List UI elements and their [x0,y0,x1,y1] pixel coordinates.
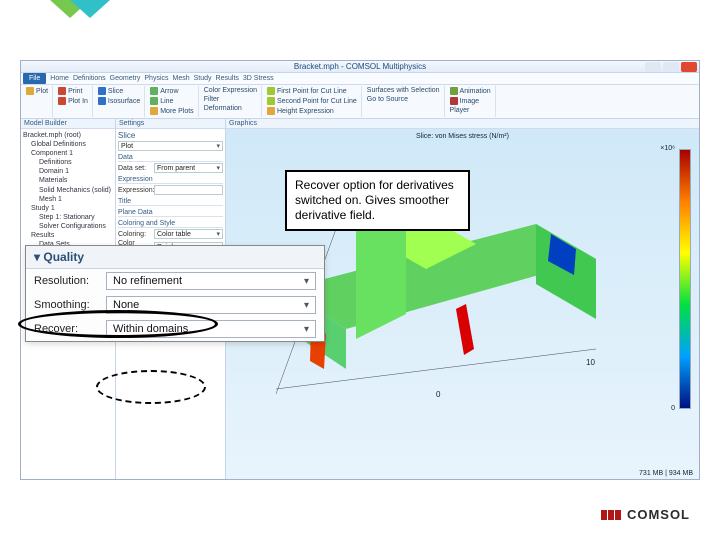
svg-text:0: 0 [436,390,441,399]
menu-physics[interactable]: Physics [144,75,168,82]
ribbon-arrow[interactable]: Arrow [149,87,179,95]
ribbon-cutline2[interactable]: Second Point for Cut Line [266,97,358,105]
ov-resolution-select[interactable]: No refinement [106,272,316,290]
menu-definitions[interactable]: Definitions [73,75,106,82]
ribbon-slice[interactable]: Slice [97,87,124,95]
ov-recover-select[interactable]: Within domains [106,320,316,338]
callout-recover-option: Recover option for derivatives switched … [285,170,470,231]
ribbon-plotin[interactable]: Plot In [57,97,89,105]
colorbar-bot-label: 0 [671,405,675,412]
minimize-button[interactable] [645,62,661,72]
dataset-select[interactable]: From parent [154,163,223,173]
menubar: File Home Definitions Geometry Physics M… [21,73,699,85]
ribbon: Plot Print Plot In Slice Isosurface Arro… [21,85,699,119]
ribbon-gosource[interactable]: Go to Source [366,96,409,103]
ribbon-print[interactable]: Print [57,87,83,95]
expression-input[interactable] [154,185,223,195]
graphics-title: Graphics [226,119,699,129]
brand-text: COMSOL [627,507,690,522]
colorbar-top-label: ×10⁶ [660,145,675,152]
status-memory: 731 MB | 934 MB [639,470,693,477]
quality-overlay: Quality Resolution: No refinement Smoothi… [25,245,325,342]
quality-overlay-title: Quality [26,246,324,269]
ov-recover-label: Recover: [34,323,100,335]
settings-title: Settings [116,119,225,129]
close-button[interactable] [681,62,697,72]
ribbon-plot[interactable]: Plot [25,87,49,95]
plot-title: Slice: von Mises stress (N/m²) [416,133,509,140]
ribbon-player[interactable]: Player [449,107,471,114]
ribbon-colorexpr[interactable]: Color Expression [203,87,258,94]
tab-3d-stress[interactable]: 3D Stress [243,75,274,82]
ribbon-filter[interactable]: Filter [203,96,221,103]
ribbon-heightexpr[interactable]: Height Expression [266,107,335,115]
ov-smoothing-label: Smoothing: [34,299,100,311]
footer-logo: COMSOL [601,507,690,522]
model-builder-title: Model Builder [21,119,115,129]
slide-decoration [50,0,130,30]
tree-root: Bracket.mph (root) [23,131,113,140]
menu-geometry[interactable]: Geometry [110,75,141,82]
menu-study[interactable]: Study [194,75,212,82]
ov-smoothing-select[interactable]: None [106,296,316,314]
titlebar: Bracket.mph - COMSOL Multiphysics [21,61,699,73]
menu-results[interactable]: Results [216,75,239,82]
ribbon-isosurface[interactable]: Isosurface [97,97,141,105]
ribbon-animation[interactable]: Animation [449,87,492,95]
ribbon-image[interactable]: Image [449,97,480,105]
maximize-button[interactable] [663,62,679,72]
window-title: Bracket.mph - COMSOL Multiphysics [294,62,426,71]
ov-resolution-label: Resolution: [34,275,100,287]
ribbon-cutline1[interactable]: First Point for Cut Line [266,87,348,95]
ribbon-line[interactable]: Line [149,97,174,105]
ribbon-selsurf[interactable]: Surfaces with Selection [366,87,441,94]
svg-text:10: 10 [586,358,595,367]
menu-file[interactable]: File [23,73,46,84]
ribbon-deformation[interactable]: Deformation [203,105,243,112]
ribbon-moreplots[interactable]: More Plots [149,107,194,115]
menu-home[interactable]: Home [50,75,69,82]
plot-button[interactable]: Plot [118,141,223,151]
menu-mesh[interactable]: Mesh [173,75,190,82]
colorbar [679,149,691,409]
coloring-select[interactable]: Color table [154,229,223,239]
settings-subtitle: Slice [118,131,223,140]
